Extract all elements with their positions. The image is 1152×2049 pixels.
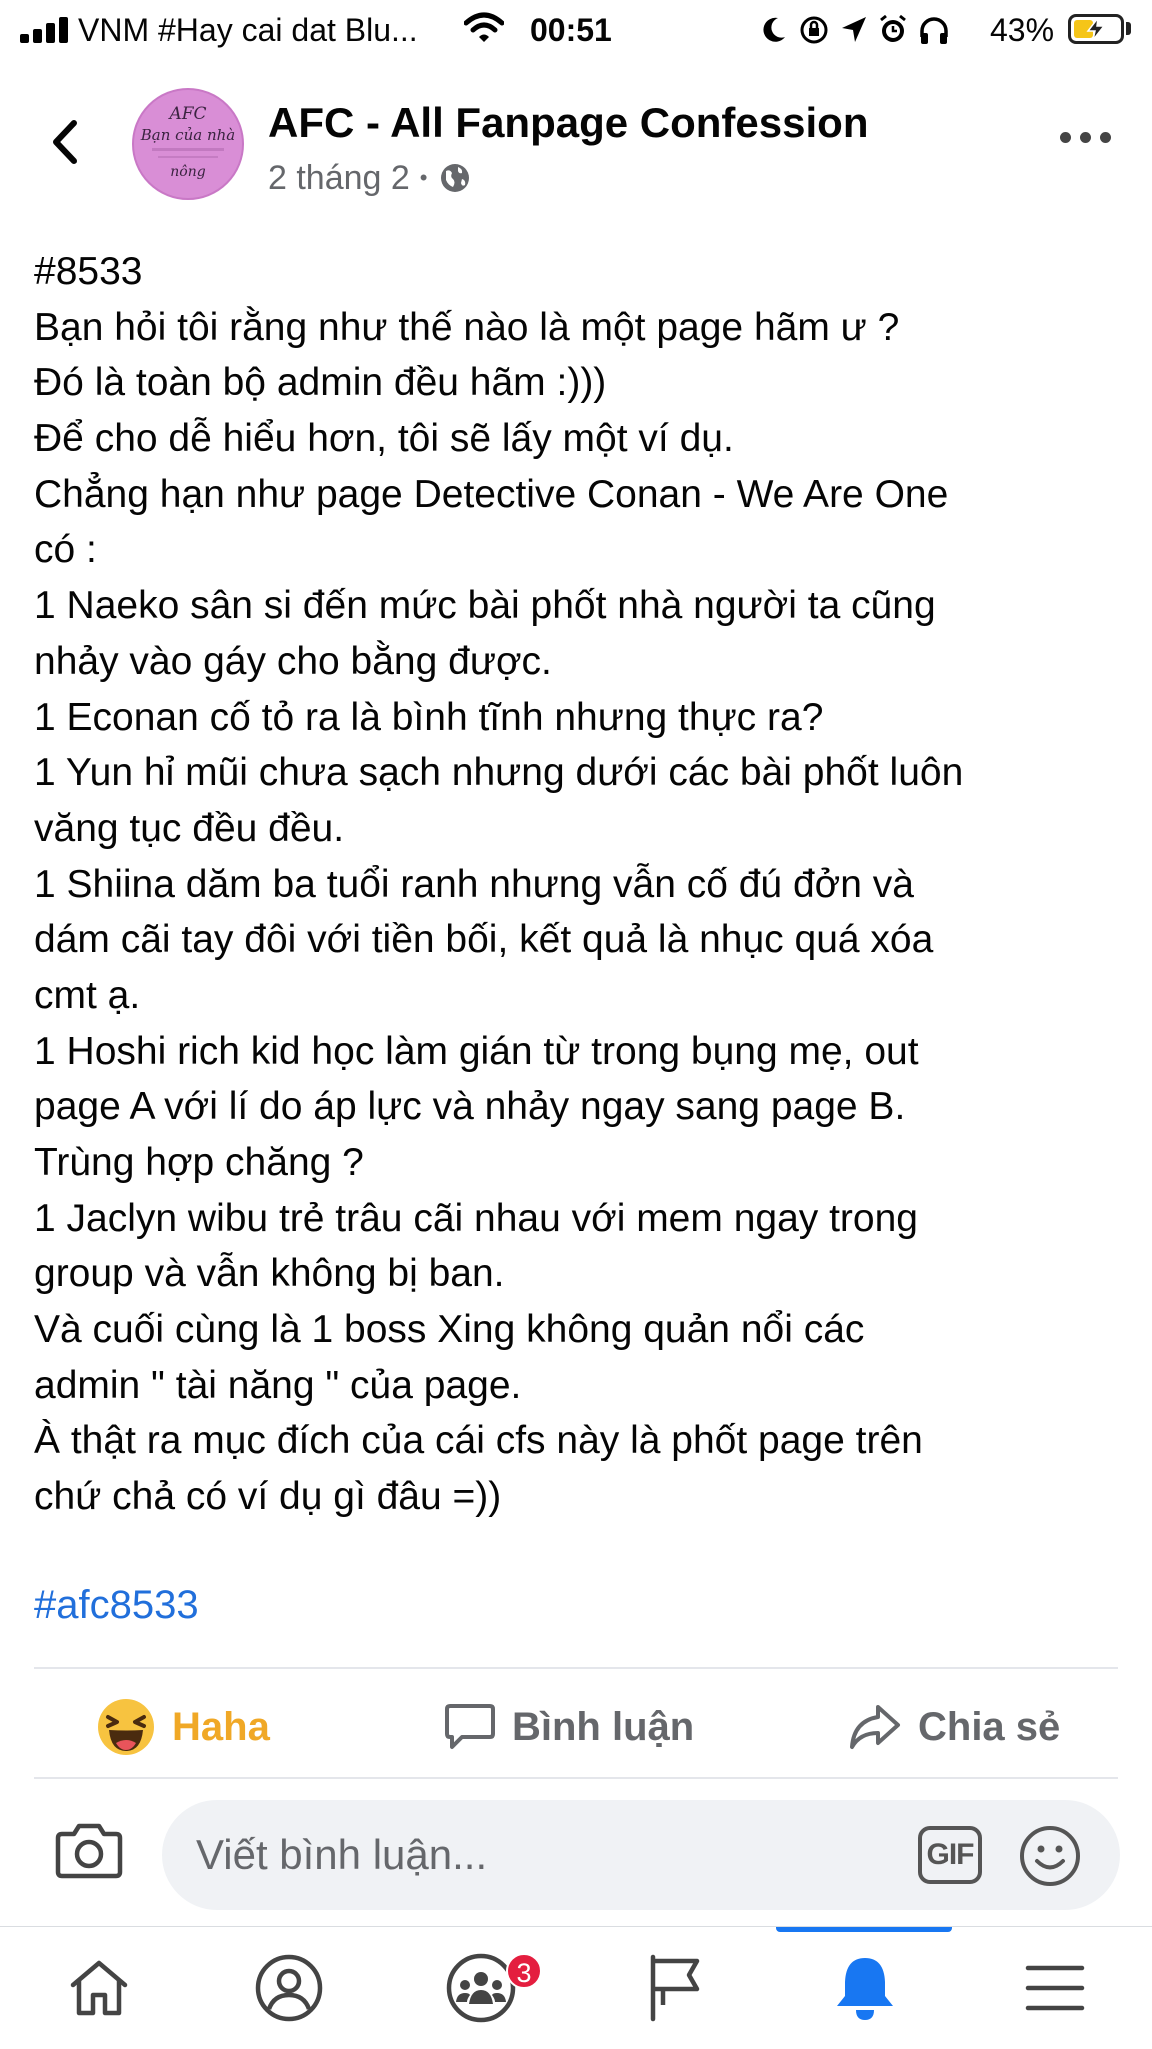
haha-reaction-button[interactable]: Haha <box>96 1672 270 1782</box>
comment-label: Bình luận <box>512 1704 695 1749</box>
wifi-icon <box>464 12 504 42</box>
post-text-line: Và cuối cùng là 1 boss Xing không quản n… <box>34 1308 865 1352</box>
post-text-line: Chẳng hạn như page Detective Conan - We … <box>34 472 949 516</box>
haha-emoji-icon <box>98 1699 154 1755</box>
emoji-icon[interactable] <box>1018 1824 1082 1888</box>
post-date[interactable]: 2 tháng 2 <box>268 158 410 198</box>
orientation-lock-icon <box>800 16 828 44</box>
carrier-label: VNM #Hay cai dat Blu... <box>78 12 418 48</box>
tab-home[interactable] <box>44 1927 154 2049</box>
page-name[interactable]: AFC - All Fanpage Confession <box>268 98 868 148</box>
battery-percent: 43% <box>990 12 1055 48</box>
chevron-left-icon <box>53 120 77 164</box>
post-actions: Haha Bình luận Chia sẻ <box>0 1672 1152 1782</box>
battery-cap <box>1126 22 1131 35</box>
menu-icon <box>1025 1965 1085 2011</box>
post-text-line: Để cho dễ hiểu hơn, tôi sẽ lấy một ví dụ… <box>34 417 734 461</box>
post-text-line: 1 Yun hỉ mũi chưa sạch nhưng dưới các bà… <box>34 751 964 795</box>
signal-icon <box>20 17 70 43</box>
bottom-tab-bar: 3 <box>0 1926 1152 2049</box>
post-header: AFC Bạn của nhà nông AFC - All Fanpage C… <box>0 80 1152 210</box>
post-meta: 2 tháng 2 • <box>268 158 472 198</box>
post-text-line: 1 Jaclyn wibu trẻ trâu cãi nhau với mem … <box>34 1196 918 1240</box>
avatar-line-1: AFC <box>169 104 207 124</box>
haha-label: Haha <box>172 1704 270 1749</box>
avatar-line-2: Bạn của nhà <box>140 126 236 144</box>
home-icon <box>70 1960 128 2016</box>
post-text-line: group và vẫn không bị ban. <box>34 1252 505 1296</box>
camera-icon[interactable] <box>54 1820 124 1880</box>
post-text-line: Bạn hỏi tôi rằng như thế nào là một page… <box>34 305 900 349</box>
post-text-line: 1 Hoshi rich kid học làm gián từ trong b… <box>34 1029 919 1073</box>
post-text-line: admin " tài năng " của page. <box>34 1363 522 1407</box>
post-text-line: chứ chả có ví dụ gì đâu =)) <box>34 1475 502 1519</box>
tab-menu[interactable] <box>1000 1927 1110 2049</box>
post-text: #8533 Bạn hỏi tôi rằng như thế nào là một… <box>34 244 1124 1525</box>
hashtag-link[interactable]: #afc8533 <box>34 1580 199 1630</box>
page-avatar[interactable]: AFC Bạn của nhà nông <box>132 88 244 200</box>
post-text-line: #8533 <box>34 250 143 293</box>
comment-composer: GIF <box>0 1780 1152 1926</box>
post-text-line: 1 Naeko sân si đến mức bài phốt nhà ngườ… <box>34 584 936 628</box>
groups-icon <box>446 1953 516 2023</box>
alarm-icon <box>880 14 906 42</box>
post-text-line: Trùng hợp chăng ? <box>34 1141 364 1184</box>
post-text-line: nhảy vào gáy cho bằng được. <box>34 639 552 683</box>
post-text-line: 1 Econan cố tỏ ra là bình tĩnh nhưng thự… <box>34 695 824 739</box>
pages-flag-icon <box>650 1954 700 2022</box>
avatar-line-3: nông <box>170 164 206 180</box>
battery-charging-icon <box>1068 14 1124 44</box>
status-icons <box>760 12 950 48</box>
more-options-button[interactable] <box>1060 124 1114 148</box>
post-text-line: dám cãi tay đôi với tiền bối, kết quả là… <box>34 918 934 962</box>
divider <box>34 1777 1118 1779</box>
post-text-line: có : <box>34 528 97 572</box>
post-text-line: cmt ạ. <box>34 973 141 1017</box>
meta-separator: • <box>419 165 428 190</box>
share-arrow-icon <box>850 1705 900 1749</box>
gif-button[interactable]: GIF <box>918 1826 982 1884</box>
post-text-line: Đó là toàn bộ admin đều hãm :))) <box>34 361 607 405</box>
tab-notifications[interactable] <box>810 1927 920 2049</box>
divider <box>34 1667 1118 1669</box>
share-button[interactable]: Chia sẻ <box>848 1672 1060 1782</box>
tab-profile[interactable] <box>234 1927 344 2049</box>
post-text-line: văng tục đều đều. <box>34 806 345 850</box>
status-bar: VNM #Hay cai dat Blu... 00:51 43% <box>0 0 1152 58</box>
post-text-line: 1 Shiina dăm ba tuổi ranh nhưng vẫn cố đ… <box>34 862 914 906</box>
groups-notification-badge: 3 <box>506 1953 542 1989</box>
back-button[interactable] <box>40 112 90 172</box>
notifications-bell-icon <box>837 1958 893 2020</box>
post-text-line: À thật ra mục đích của cái cfs này là ph… <box>34 1419 923 1463</box>
profile-icon <box>255 1954 323 2022</box>
globe-icon <box>440 164 469 192</box>
comment-button[interactable]: Bình luận <box>444 1672 694 1782</box>
moon-icon <box>763 17 785 42</box>
post-text-line: page A với lí do áp lực và nhảy ngay san… <box>34 1085 906 1129</box>
comment-bubble-icon <box>445 1704 495 1749</box>
tab-pages[interactable] <box>620 1927 730 2049</box>
clock-time: 00:51 <box>530 12 612 48</box>
location-arrow-icon <box>842 17 866 42</box>
share-label: Chia sẻ <box>918 1704 1061 1749</box>
headphones-icon <box>920 17 948 44</box>
